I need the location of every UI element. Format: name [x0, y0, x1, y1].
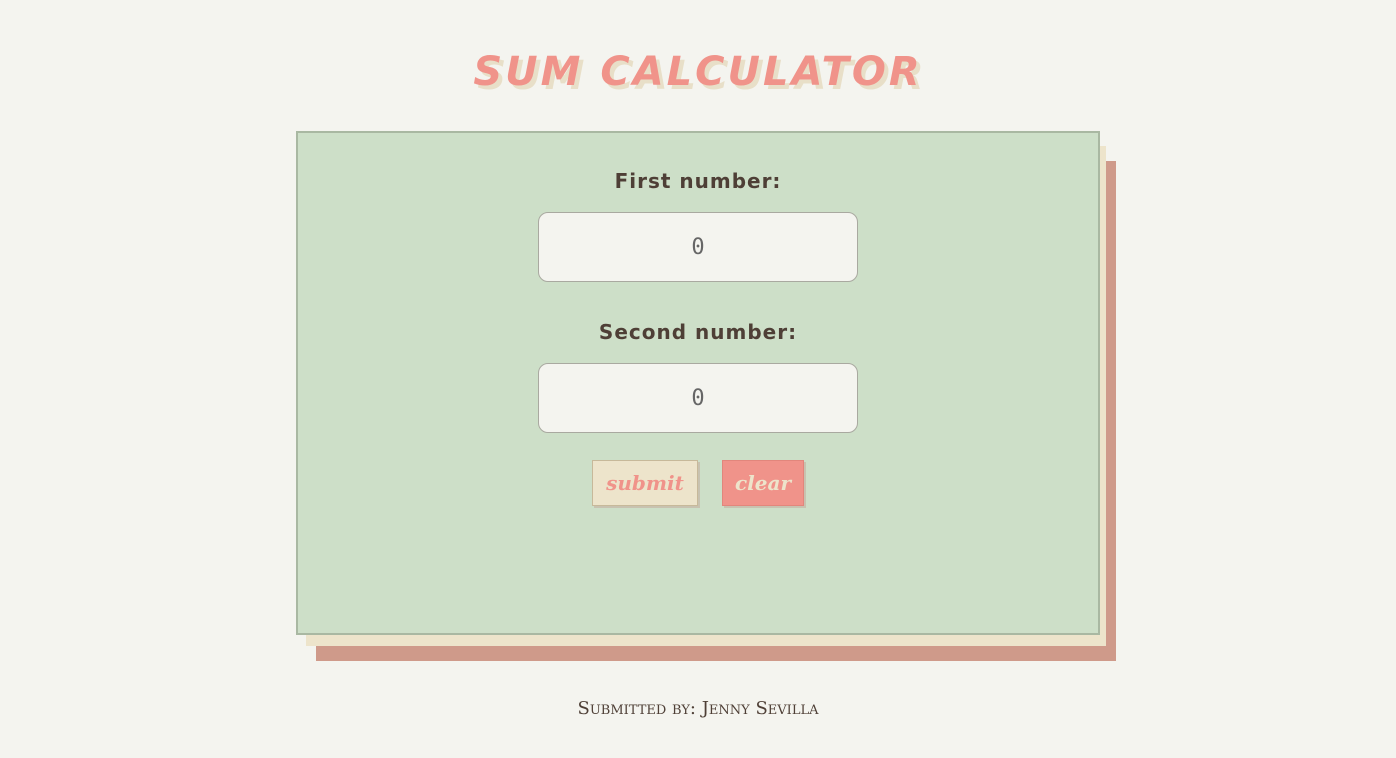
calculator-card: First number: Second number: submit clea… [296, 131, 1100, 635]
second-number-input[interactable] [538, 363, 858, 433]
footer-credit: Submitted by: Jenny Sevilla [577, 698, 819, 719]
submit-button[interactable]: submit [592, 460, 698, 506]
clear-button[interactable]: clear [722, 460, 804, 506]
first-number-label: First number: [614, 169, 782, 193]
first-number-input[interactable] [538, 212, 858, 282]
second-number-label: Second number: [598, 320, 798, 344]
page-title: SUM CALCULATOR [473, 49, 923, 95]
